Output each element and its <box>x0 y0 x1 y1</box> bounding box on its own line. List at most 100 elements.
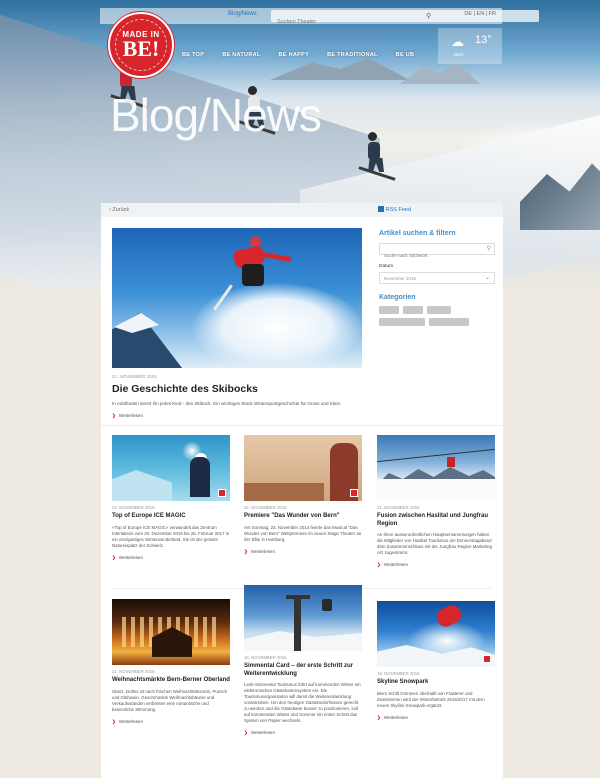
page-title: Blog/News <box>110 89 322 141</box>
article-excerpt: Am Sonntag, 23. November 2014 feierte da… <box>244 524 362 542</box>
mountain-range <box>400 62 480 84</box>
article-card: 21. NOVEMBER 2016 Weihnachtsmärkte Bern-… <box>112 599 230 725</box>
article-excerpt: In Adelboden kennt ihn jedes Kind - den … <box>112 401 342 406</box>
article-image[interactable] <box>377 435 495 501</box>
divider <box>101 425 503 426</box>
article-image[interactable] <box>112 599 230 665</box>
featured-image[interactable] <box>112 228 362 368</box>
nav-item-be-happy[interactable]: BE HAPPY <box>279 52 310 58</box>
article-excerpt: Lenk-Simmental Tourismus führt auf komme… <box>244 682 361 723</box>
search-icon[interactable]: ⚲ <box>487 245 491 252</box>
mountain-range <box>270 58 410 80</box>
filter-title: Artikel suchen & filtern <box>379 230 456 237</box>
category-tag[interactable] <box>379 306 399 314</box>
weather-widget[interactable]: ☁ 13° Bern <box>438 28 502 64</box>
read-more-label: Weiterlesen <box>118 554 144 560</box>
read-more-label: Weiterlesen <box>383 562 409 567</box>
article-title[interactable]: Skyline Snowpark <box>377 679 495 687</box>
chevron-right-icon: ❯ <box>112 718 116 724</box>
nav-item-be-natural[interactable]: BE NATURAL <box>222 52 260 58</box>
made-in-be-logo[interactable]: MADE IN BE! <box>108 12 174 78</box>
article-date: 22. NOVEMBER 2016 <box>244 505 287 510</box>
breadcrumb-bar: ‹ Zurück RSS Feed <box>101 203 503 217</box>
read-more-link[interactable]: ❯ Weiterlesen <box>112 719 230 725</box>
featured-article: 21. NOVEMBER 2016 Die Geschichte des Ski… <box>112 228 362 419</box>
article-excerpt: An ihren ausserordentlichen Hauptversamm… <box>377 532 492 555</box>
article-excerpt: Beim Schilt Grimmen oberhalb von Fraster… <box>377 690 485 708</box>
date-select-value: November 2016 <box>384 276 417 281</box>
chevron-right-icon: ❯ <box>244 730 248 735</box>
read-more-label: Weiterlesen <box>118 718 144 724</box>
article-date: 21. NOVEMBER 2016 <box>377 505 420 510</box>
read-more-link[interactable]: ❯ Weiterlesen <box>112 555 230 561</box>
language-switch[interactable]: DE | EN | FR <box>464 11 496 17</box>
read-more-link[interactable]: ❯ Weiterlesen <box>244 549 362 555</box>
chevron-right-icon: ❯ <box>112 554 116 560</box>
read-more-label: Weiterlesen <box>250 548 276 554</box>
article-card: 21. NOVEMBER 2016 Fusion zwischen Haslit… <box>377 435 495 568</box>
article-date: 18. NOVEMBER 2016 <box>377 671 420 676</box>
article-card: 19. NOVEMBER 2016 Simmental Card – der e… <box>244 585 362 736</box>
chevron-right-icon: ❯ <box>112 413 116 418</box>
nav-item-be-ub[interactable]: BE UB <box>396 52 415 58</box>
filter-sidebar: Artikel suchen & filtern ⚲ Datum Novembe… <box>379 230 495 326</box>
category-tag[interactable] <box>379 318 425 326</box>
be-badge-icon <box>483 655 491 663</box>
read-more-label: Weiterlesen <box>250 730 276 735</box>
main-navigation: BE TOP BE NATURAL BE HAPPY BE TRADITIONA… <box>182 52 432 58</box>
article-title[interactable]: Weihnachtsmärkte Bern-Berner Oberland <box>112 677 230 685</box>
read-more-link[interactable]: ❯ Weiterlesen <box>112 413 362 419</box>
rss-label: RSS Feed <box>385 207 411 213</box>
article-title[interactable]: Top of Europe ICE MAGIC <box>112 513 230 521</box>
weather-temperature: 13° <box>475 34 492 46</box>
article-excerpt: «Top of Europe ICE MAGIC» verwandelt das… <box>112 524 230 548</box>
category-tag[interactable] <box>403 306 423 314</box>
category-tag[interactable] <box>429 318 469 326</box>
article-image[interactable] <box>244 435 362 501</box>
cloud-icon: ☁ <box>451 34 464 49</box>
read-more-link[interactable]: ❯ Weiterlesen <box>377 562 495 568</box>
article-card: 22. NOVEMBER 2016 Top of Europe ICE MAGI… <box>112 435 230 561</box>
article-date: 19. NOVEMBER 2016 <box>244 655 287 660</box>
article-date: 21. NOVEMBER 2016 <box>112 374 157 379</box>
article-image[interactable] <box>244 585 362 651</box>
search-input[interactable] <box>271 16 421 28</box>
category-tag[interactable] <box>427 306 451 314</box>
article-card: 18. NOVEMBER 2016 Skyline Snowpark Beim … <box>377 601 495 721</box>
read-more-label: Weiterlesen <box>118 413 144 418</box>
article-title[interactable]: Die Geschichte des Skibocks <box>112 383 362 395</box>
category-tags <box>379 306 495 326</box>
read-more-link[interactable]: ❯ Weiterlesen <box>244 730 362 736</box>
nav-item-be-top[interactable]: BE TOP <box>182 52 204 58</box>
chevron-right-icon: ❯ <box>377 714 381 720</box>
categories-title: Kategorien <box>379 294 416 301</box>
article-date: 22. NOVEMBER 2016 <box>112 505 155 510</box>
rss-link[interactable]: RSS Feed <box>377 206 411 213</box>
article-title[interactable]: Simmental Card – der erste Schritt zur W… <box>244 663 362 678</box>
chevron-right-icon: ❯ <box>377 562 381 567</box>
date-select[interactable]: November 2016 ⌄ <box>379 272 495 284</box>
blog-news-link[interactable]: Blog/News <box>228 11 257 17</box>
main-content: ‹ Zurück RSS Feed 21. NOVEMBER 2016 Die … <box>101 203 503 778</box>
search-icon[interactable]: ⚲ <box>426 12 431 20</box>
rss-icon <box>377 206 384 212</box>
nav-item-be-traditional[interactable]: BE TRADITIONAL <box>327 52 378 58</box>
article-title[interactable]: Fusion zwischen Haslital und Jungfrau Re… <box>377 513 495 528</box>
keyword-search-input[interactable] <box>380 250 480 261</box>
article-date: 21. NOVEMBER 2016 <box>112 669 155 674</box>
article-title[interactable]: Premiere "Das Wunder von Bern" <box>244 513 362 521</box>
article-image[interactable] <box>377 601 495 667</box>
skier-figure <box>358 132 396 181</box>
keyword-search: ⚲ <box>379 243 495 261</box>
be-badge-icon <box>350 489 358 497</box>
chevron-down-icon: ⌄ <box>484 275 490 281</box>
article-excerpt: Glanz, Duftes ist nach frischen Weihnach… <box>112 688 228 712</box>
be-badge-icon <box>218 489 226 497</box>
chevron-right-icon: ❯ <box>244 548 248 554</box>
back-link[interactable]: ‹ Zurück <box>109 207 129 213</box>
article-image[interactable] <box>112 435 230 501</box>
date-label: Datum <box>379 264 394 269</box>
read-more-link[interactable]: ❯ Weiterlesen <box>377 715 495 721</box>
site-search: ⚲ <box>271 10 539 28</box>
weather-location: Bern <box>454 52 464 57</box>
